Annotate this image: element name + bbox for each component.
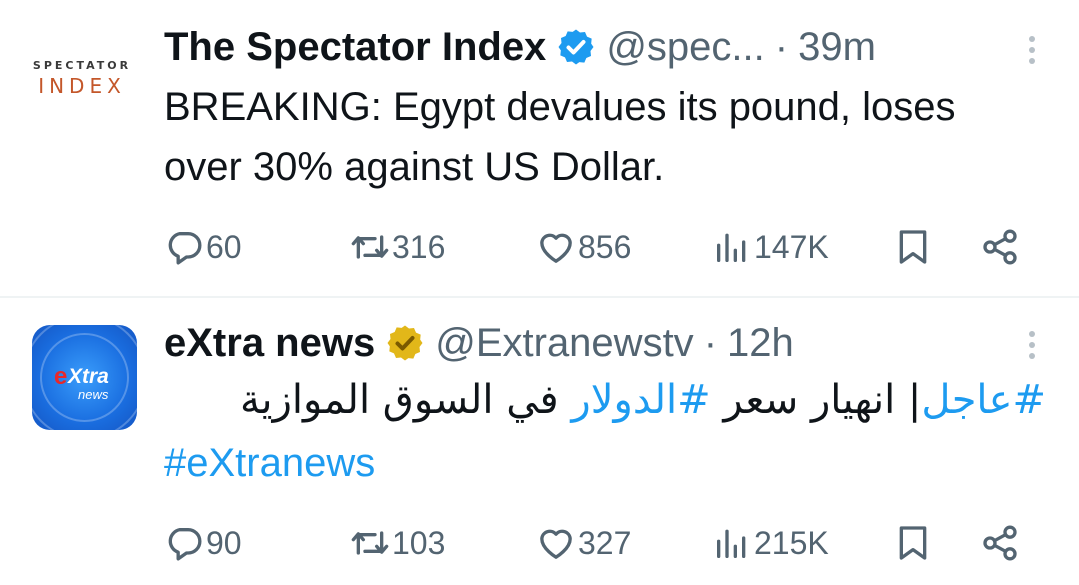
hashtag-link[interactable]: #عاجل bbox=[921, 377, 1046, 423]
reply-icon bbox=[168, 528, 202, 561]
views-button[interactable]: 215K bbox=[712, 518, 829, 568]
hashtag-link[interactable]: #eXtranews bbox=[164, 435, 375, 491]
action-bar: 90 103 327 215K bbox=[0, 518, 1079, 568]
views-icon bbox=[717, 529, 746, 558]
heart-icon bbox=[540, 529, 572, 559]
views-count: 215K bbox=[754, 524, 829, 561]
tweet-text-arabic: #عاجل| انهيار سعر #الدولار في السوق المو… bbox=[164, 372, 1046, 428]
tweet-extra-news[interactable]: e Xtra news eXtra news @Extranewstv · 12… bbox=[0, 0, 1079, 585]
timestamp[interactable]: 12h bbox=[727, 321, 794, 366]
retweet-icon bbox=[351, 531, 389, 555]
author-name[interactable]: eXtra news bbox=[164, 321, 375, 366]
reply-button[interactable]: 90 bbox=[164, 518, 242, 568]
separator-dot: · bbox=[703, 320, 718, 365]
retweet-button[interactable]: 103 bbox=[350, 518, 445, 568]
share-icon bbox=[983, 525, 1017, 561]
reply-count: 90 bbox=[206, 524, 242, 561]
extra-news-logo: e Xtra news bbox=[54, 363, 109, 402]
text-segment: في السوق الموازية bbox=[239, 377, 572, 423]
avatar[interactable]: e Xtra news bbox=[32, 325, 137, 430]
more-options-icon[interactable] bbox=[1027, 331, 1037, 359]
tweet-header: eXtra news @Extranewstv · 12h bbox=[164, 317, 794, 369]
bookmark-button[interactable] bbox=[893, 518, 933, 568]
like-count: 327 bbox=[578, 524, 632, 561]
text-segment: | انهيار سعر bbox=[710, 377, 922, 423]
like-button[interactable]: 327 bbox=[536, 518, 631, 568]
bookmark-icon bbox=[899, 526, 927, 560]
retweet-count: 103 bbox=[392, 524, 446, 561]
verified-gold-badge-icon bbox=[387, 325, 423, 361]
author-handle[interactable]: @Extranewstv bbox=[435, 321, 693, 366]
share-button[interactable] bbox=[980, 518, 1020, 568]
hashtag-link[interactable]: #الدولار bbox=[571, 377, 710, 423]
